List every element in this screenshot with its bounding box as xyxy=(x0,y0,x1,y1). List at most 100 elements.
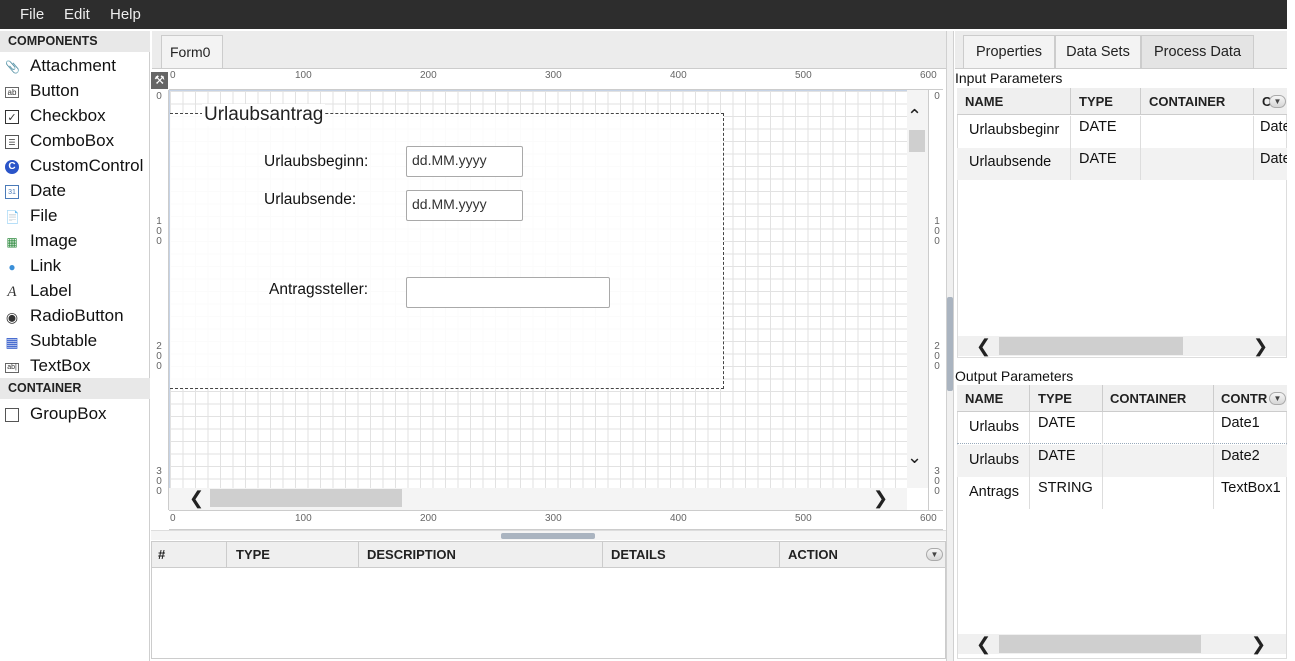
globe-icon: ● xyxy=(8,260,16,274)
output-parameters-label: Output Parameters xyxy=(955,368,1074,384)
ruler-label: 200 xyxy=(420,513,437,524)
output-table-scroll-thumb[interactable] xyxy=(999,635,1201,653)
applicant-input[interactable] xyxy=(406,277,610,308)
column-header-type[interactable]: TYPE xyxy=(236,547,270,562)
table-row[interactable]: Urlaubsbeginr DATE Date xyxy=(957,116,1287,148)
palette-item-image[interactable]: ▦ Image xyxy=(0,230,150,255)
form-title: Urlaubsantrag xyxy=(202,104,326,126)
table-icon: ▦ xyxy=(5,334,19,350)
palette-item-groupbox[interactable]: GroupBox xyxy=(0,403,150,428)
column-header-description[interactable]: DESCRIPTION xyxy=(367,547,456,562)
end-date-input[interactable]: dd.MM.yyyy xyxy=(406,190,523,221)
input-table-scroll-thumb[interactable] xyxy=(999,337,1183,355)
ruler-label: 600 xyxy=(920,513,937,524)
splitter-grip[interactable] xyxy=(501,533,595,539)
ruler-top: 0 100 200 300 400 500 600 xyxy=(169,70,943,90)
chevron-left-icon[interactable]: ❮ xyxy=(976,635,991,653)
file-icon: 📄 xyxy=(5,210,20,224)
calendar-icon: 31 xyxy=(5,185,19,199)
chevron-up-icon[interactable]: ⌃ xyxy=(907,107,922,125)
ruler-label: 200 xyxy=(420,70,437,81)
column-header-type[interactable]: TYPE xyxy=(1079,94,1113,109)
chevron-right-icon[interactable]: ❯ xyxy=(873,489,888,507)
palette-item-date[interactable]: 31 Date xyxy=(0,180,150,205)
palette-item-link[interactable]: ● Link xyxy=(0,255,150,280)
label-icon: A xyxy=(7,284,17,300)
ruler-label: 100 xyxy=(295,70,312,81)
palette-item-file[interactable]: 📄 File xyxy=(0,205,150,230)
ruler-label: 300 xyxy=(934,466,940,497)
palette-item-label: Image xyxy=(30,231,78,250)
column-header-details[interactable]: DETAILS xyxy=(611,547,666,562)
output-table-header: NAME TYPE CONTAINER CONTR ▼ xyxy=(957,385,1287,412)
table-row[interactable]: Urlaubsende DATE Date xyxy=(957,148,1287,180)
column-header-number[interactable]: # xyxy=(158,547,165,562)
vertical-scroll-thumb[interactable] xyxy=(909,130,925,152)
palette-item-attachment[interactable]: 📎 Attachment xyxy=(0,55,150,80)
menubar: File Edit Help xyxy=(0,0,1287,29)
column-menu-icon[interactable]: ▼ xyxy=(1269,95,1286,108)
palette-item-label[interactable]: A Label xyxy=(0,280,150,305)
table-row[interactable]: Urlaubs DATE Date1 xyxy=(957,412,1287,444)
palette-item-label: File xyxy=(30,206,58,225)
radio-icon: ◉ xyxy=(5,309,19,325)
ruler-label: 0 xyxy=(170,70,176,81)
tab-process-data[interactable]: Process Data xyxy=(1141,35,1254,68)
table-row[interactable]: Antrags STRING TextBox1 xyxy=(957,477,1287,509)
chevron-down-icon[interactable]: ⌄ xyxy=(907,448,922,466)
column-header-container[interactable]: CONTAINER xyxy=(1110,391,1186,406)
column-header-control[interactable]: CONTR xyxy=(1221,391,1267,406)
cell-name: Urlaubsbeginr xyxy=(969,122,1060,138)
menu-help[interactable]: Help xyxy=(110,6,141,23)
ruler-label: 500 xyxy=(795,70,812,81)
column-header-type[interactable]: TYPE xyxy=(1038,391,1072,406)
palette-item-subtable[interactable]: ▦ Subtable xyxy=(0,330,150,355)
menu-file[interactable]: File xyxy=(20,6,44,23)
container-header: CONTAINER xyxy=(0,378,150,399)
cell-control: Date2 xyxy=(1221,448,1260,464)
palette-item-radiobutton[interactable]: ◉ RadioButton xyxy=(0,305,150,330)
tab-data-sets[interactable]: Data Sets xyxy=(1055,35,1141,68)
palette-item-label: Button xyxy=(30,81,80,100)
ruler-label: 0 xyxy=(156,91,162,102)
ruler-label: 300 xyxy=(545,513,562,524)
palette-item-label-text: Label xyxy=(30,281,72,300)
palette-item-checkbox[interactable]: ✓ Checkbox xyxy=(0,105,150,130)
column-header-action[interactable]: ACTION xyxy=(788,547,838,562)
chevron-left-icon[interactable]: ❮ xyxy=(976,337,991,355)
column-menu-icon[interactable]: ▼ xyxy=(1269,392,1286,405)
ruler-label: 100 xyxy=(934,216,940,247)
menu-edit[interactable]: Edit xyxy=(64,6,90,23)
combobox-icon: ☰ xyxy=(5,135,19,149)
vertical-splitter-grip[interactable] xyxy=(947,297,953,391)
palette-item-combobox[interactable]: ☰ ComboBox xyxy=(0,130,150,155)
horizontal-scroll-thumb[interactable] xyxy=(210,489,402,507)
palette-item-label: Attachment xyxy=(30,56,116,75)
column-header-name[interactable]: NAME xyxy=(965,94,1003,109)
palette-item-button[interactable]: ab Button xyxy=(0,80,150,105)
ruler-label: 500 xyxy=(795,513,812,524)
chevron-right-icon[interactable]: ❯ xyxy=(1251,635,1266,653)
editor-tabbar xyxy=(152,31,946,69)
start-date-input[interactable]: dd.MM.yyyy xyxy=(406,146,523,177)
palette-item-label: Subtable xyxy=(30,331,98,350)
ruler-bottom: 0 100 200 300 400 500 600 xyxy=(169,510,943,530)
palette-item-textbox[interactable]: ab| TextBox xyxy=(0,355,150,380)
chevron-left-icon[interactable]: ❮ xyxy=(189,489,204,507)
chevron-right-icon[interactable]: ❯ xyxy=(1253,337,1268,355)
wrench-icon[interactable]: ⚒ xyxy=(151,72,168,89)
cell-type: DATE xyxy=(1038,448,1076,464)
column-header-name[interactable]: NAME xyxy=(965,391,1003,406)
tab-form0[interactable]: Form0 xyxy=(161,35,223,68)
tab-properties[interactable]: Properties xyxy=(963,35,1055,68)
palette-item-label: CustomControl xyxy=(30,156,144,175)
ruler-right: 0 100 200 300 xyxy=(928,90,946,510)
cell-control: Date xyxy=(1260,151,1287,167)
palette-item-customcontrol[interactable]: C CustomControl xyxy=(0,155,150,180)
column-header-container[interactable]: CONTAINER xyxy=(1149,94,1225,109)
palette-item-label: Checkbox xyxy=(30,106,106,125)
cell-name: Antrags xyxy=(969,484,1019,500)
cell-name: Urlaubs xyxy=(969,452,1019,468)
column-menu-icon[interactable]: ▼ xyxy=(926,548,943,561)
table-row[interactable]: Urlaubs DATE Date2 xyxy=(957,445,1287,477)
